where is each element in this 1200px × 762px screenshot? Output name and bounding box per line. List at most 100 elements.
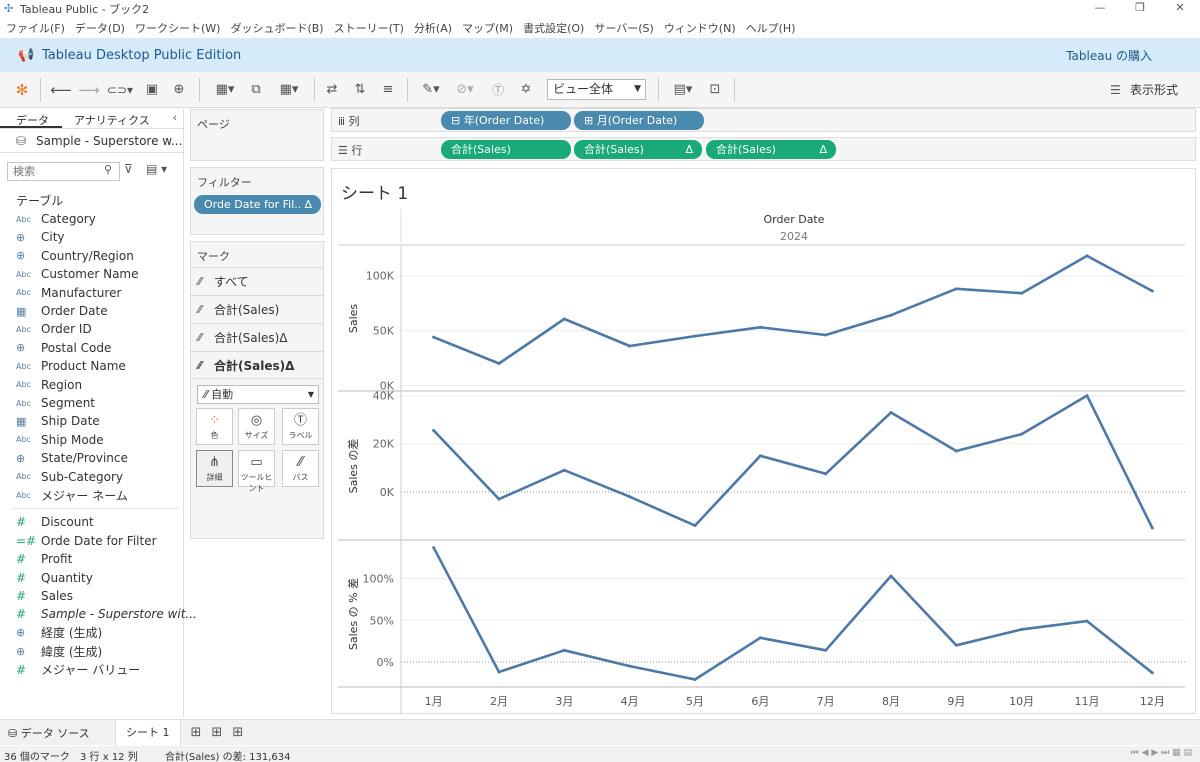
field-dimensions[interactable]: ⊕ State/Province: [16, 449, 128, 467]
data-point: [432, 429, 436, 433]
field-dimensions[interactable]: Abc Order ID: [16, 320, 92, 338]
sort-descending-icon[interactable]: ≡: [378, 80, 398, 100]
field-dimensions[interactable]: Abc Customer Name: [16, 265, 139, 283]
pill-sum-sales[interactable]: 合計(Sales): [441, 140, 571, 159]
field-dimensions[interactable]: ▦ Order Date: [16, 302, 108, 320]
sort-ascending-icon[interactable]: ⇅: [350, 80, 370, 100]
tooltip-button[interactable]: ▭ ツールヒント: [238, 450, 275, 493]
marks-row-sales-delta-1[interactable]: ⁄⁄ 合計(Sales)Δ: [191, 323, 323, 351]
minimize-button[interactable]: —: [1080, 0, 1120, 16]
filter-pill[interactable]: Orde Date for Fil.. Δ: [194, 195, 321, 214]
sheet-tab[interactable]: シート 1: [115, 719, 181, 746]
menu-dashboard[interactable]: ダッシュボード(B): [225, 20, 328, 36]
buy-link[interactable]: Tableau の購入: [1066, 47, 1152, 64]
clear-sheet-icon[interactable]: ▦▾: [272, 80, 306, 100]
redo-icon[interactable]: ⟶: [78, 80, 100, 100]
field-measures[interactable]: # Profit: [16, 550, 72, 568]
field-measures[interactable]: ⊕ 経度 (生成): [16, 624, 102, 642]
new-story-icon[interactable]: ⊞: [232, 725, 243, 740]
menu-file[interactable]: ファイル(F): [0, 20, 70, 36]
field-measures[interactable]: # Sample - Superstore wit...: [16, 605, 197, 623]
columns-shelf[interactable]: ⅲ 列 ⊟ 年(Order Date) ⊞ 月(Order Date): [331, 108, 1196, 132]
size-button[interactable]: ◎ サイズ: [238, 408, 275, 445]
duplicate-sheet-icon[interactable]: ⧉: [246, 80, 266, 100]
field-measures[interactable]: ⊕ 緯度 (生成): [16, 642, 102, 660]
marks-row-sales[interactable]: ⁄⁄ 合計(Sales): [191, 295, 323, 323]
group-members-icon[interactable]: ⊘▾: [452, 80, 478, 100]
field-measures[interactable]: =# Orde Date for Filter: [16, 532, 157, 550]
pill-sum-sales-pct-delta[interactable]: 合計(Sales) Δ: [706, 140, 836, 159]
field-dimensions[interactable]: Abc Sub-Category: [16, 468, 123, 486]
marks-row-all[interactable]: ⁄⁄ すべて: [191, 267, 323, 295]
field-dimensions[interactable]: ⊕ City: [16, 228, 65, 246]
label-button[interactable]: Ⓣ ラベル: [282, 408, 319, 445]
show-me-button[interactable]: ☰ 表示形式: [1110, 81, 1178, 98]
view-options-icon[interactable]: ▤ ▾: [146, 162, 167, 176]
field-dimensions[interactable]: Abc Region: [16, 376, 82, 394]
field-measures[interactable]: # メジャー バリュー: [16, 661, 140, 679]
color-button[interactable]: ⁘ 色: [196, 408, 233, 445]
datasource-row[interactable]: ⛁ Sample - Superstore w...: [0, 129, 183, 153]
menu-data[interactable]: データ(D): [70, 20, 130, 36]
pill-month-order-date[interactable]: ⊞ 月(Order Date): [574, 111, 704, 130]
field-dimensions[interactable]: Abc Ship Mode: [16, 431, 104, 449]
save-icon[interactable]: ▣: [143, 80, 161, 100]
menu-window[interactable]: ウィンドウ(N): [659, 20, 741, 36]
presentation-mode-icon[interactable]: ⊡: [704, 80, 726, 100]
mark-type-select[interactable]: ⁄⁄ 自動 ▼: [197, 385, 319, 404]
menu-story[interactable]: ストーリー(T): [329, 20, 409, 36]
field-measures[interactable]: # Sales: [16, 587, 73, 605]
replay-icon[interactable]: ⊂⊃▾: [105, 80, 135, 100]
show-mark-labels-icon[interactable]: Ⓣ: [488, 80, 508, 100]
field-dimensions[interactable]: Abc Manufacturer: [16, 284, 121, 302]
field-dimensions[interactable]: ⊕ Postal Code: [16, 339, 111, 357]
menu-analysis[interactable]: 分析(A): [409, 20, 457, 36]
sheet-navigation-icons[interactable]: ⏮ ◀ ▶ ⏭ ▦ ▤: [1131, 748, 1192, 758]
pin-axes-icon[interactable]: ✡: [516, 80, 536, 100]
rows-shelf[interactable]: ☰ 行 合計(Sales) 合計(Sales) Δ 合計(Sales) Δ: [331, 137, 1196, 161]
field-dimensions[interactable]: Abc Category: [16, 210, 96, 228]
sheet-bar: ⛁ データ ソース シート 1 ⊞ ⊞ ⊞: [0, 719, 1200, 746]
toolbar-separator: [734, 78, 735, 102]
tab-analytics[interactable]: アナリティクス: [62, 109, 150, 128]
pill-sum-sales-delta[interactable]: 合計(Sales) Δ: [574, 140, 702, 159]
datasource-tab[interactable]: ⛁ データ ソース: [0, 725, 112, 741]
swap-rows-columns-icon[interactable]: ⇄: [322, 80, 342, 100]
delta-icon: Δ: [685, 143, 693, 156]
field-dimensions[interactable]: Abc Segment: [16, 394, 95, 412]
maximize-button[interactable]: ❐: [1120, 0, 1160, 16]
menu-format[interactable]: 書式設定(O): [518, 20, 589, 36]
new-datasource-icon[interactable]: ⊕: [170, 80, 188, 100]
menu-worksheet[interactable]: ワークシート(W): [130, 20, 225, 36]
highlight-icon[interactable]: ✎▾: [418, 80, 444, 100]
field-dimensions[interactable]: ⊕ Country/Region: [16, 247, 134, 265]
view-fit-select[interactable]: ビュー全体 ▼: [547, 79, 646, 100]
menu-server[interactable]: サーバー(S): [589, 20, 658, 36]
path-button[interactable]: ⁄⁄ パス: [282, 450, 319, 487]
tab-data[interactable]: データ: [0, 109, 62, 128]
pill-year-order-date[interactable]: ⊟ 年(Order Date): [441, 111, 571, 130]
field-measures[interactable]: # Discount: [16, 513, 94, 531]
close-button[interactable]: ✕: [1160, 0, 1200, 16]
series-line: [433, 254, 1153, 365]
new-dashboard-icon[interactable]: ⊞: [211, 725, 222, 740]
filters-card: フィルター Orde Date for Fil.. Δ: [190, 167, 324, 235]
color-label: 色: [210, 431, 219, 440]
x-tick-label: 1月: [425, 695, 443, 708]
field-dimensions[interactable]: ▦ Ship Date: [16, 412, 100, 430]
y-tick-label: 0K: [380, 486, 395, 499]
field-dimensions[interactable]: Abc メジャー ネーム: [16, 486, 128, 504]
new-worksheet-icon[interactable]: ▦▾: [208, 80, 242, 100]
undo-icon[interactable]: ⟵: [50, 80, 72, 100]
filter-icon[interactable]: ⊽: [124, 162, 133, 176]
menu-help[interactable]: ヘルプ(H): [741, 20, 801, 36]
show-cards-icon[interactable]: ▤▾: [668, 80, 698, 100]
marks-row-sales-delta-2[interactable]: ⁄⁄ 合計(Sales)Δ: [191, 351, 323, 379]
menu-map[interactable]: マップ(M): [457, 20, 518, 36]
collapse-pane-icon[interactable]: ‹: [173, 111, 177, 124]
field-measures[interactable]: # Quantity: [16, 569, 93, 587]
new-worksheet-icon[interactable]: ⊞: [191, 725, 202, 740]
tableau-home-icon[interactable]: ✻: [12, 80, 32, 100]
field-dimensions[interactable]: Abc Product Name: [16, 357, 126, 375]
detail-button[interactable]: ⋔ 詳細: [196, 450, 233, 487]
